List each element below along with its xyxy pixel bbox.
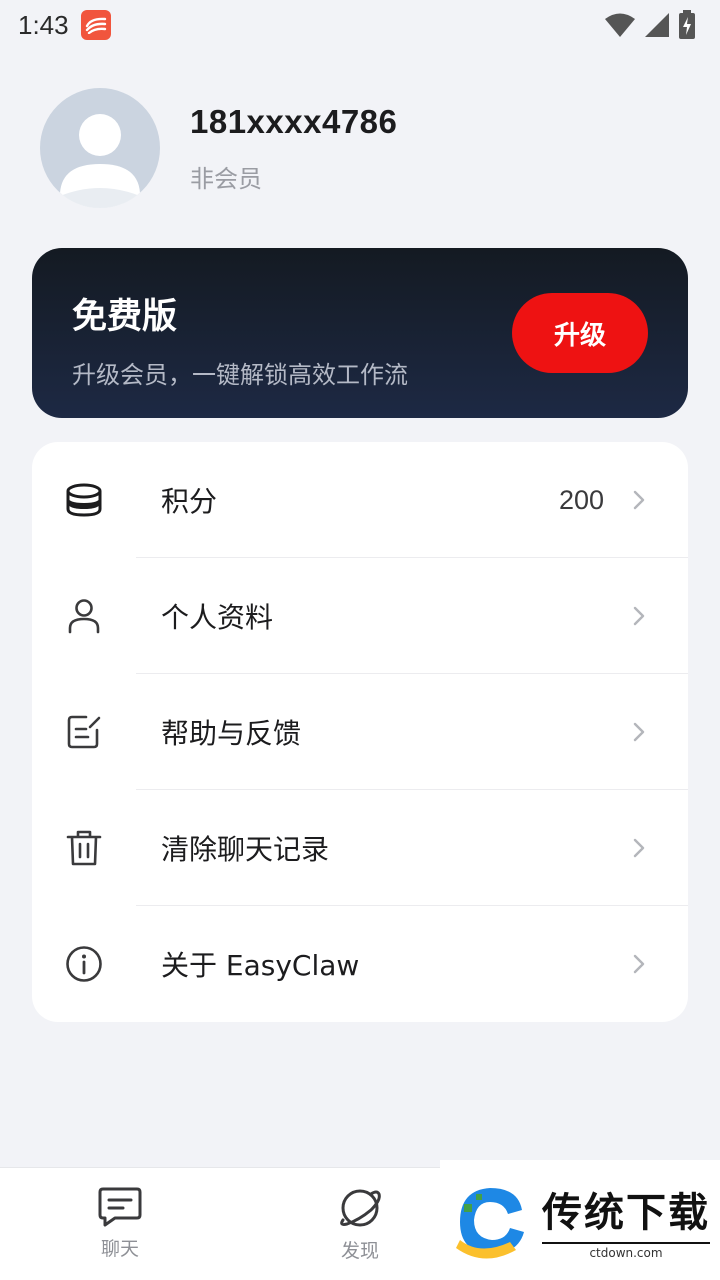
menu-item-about[interactable]: 关于 EasyClaw xyxy=(32,906,688,1022)
membership-plan-card: 免费版 升级会员，一键解锁高效工作流 升级 xyxy=(32,248,688,418)
watermark-logo xyxy=(456,1188,524,1259)
trash-icon xyxy=(64,828,104,868)
chevron-right-icon xyxy=(633,606,645,626)
cell-signal-icon xyxy=(645,13,669,37)
username: 181xxxx4786 xyxy=(190,102,398,140)
user-avatar-placeholder-icon[interactable] xyxy=(40,88,160,208)
status-time: 1:43 xyxy=(18,9,69,40)
menu-item-label: 积分 xyxy=(161,485,218,518)
member-status: 非会员 xyxy=(190,164,262,193)
profile-text: 181xxxx4786 非会员 xyxy=(190,103,397,194)
menu-item-help-feedback[interactable]: 帮助与反馈 xyxy=(32,674,688,790)
edit-note-icon xyxy=(64,712,104,752)
chevron-right-icon xyxy=(633,490,645,510)
info-icon xyxy=(64,944,104,984)
menu-item-label: 个人资料 xyxy=(161,601,274,634)
chevron-right-icon xyxy=(633,838,645,858)
chevron-right-icon xyxy=(633,722,645,742)
battery-charging-icon xyxy=(679,10,695,39)
app-notification-icon xyxy=(80,10,111,40)
menu-item-label: 帮助与反馈 xyxy=(161,717,302,750)
status-bar: 1:43 xyxy=(0,0,720,50)
menu-item-profile[interactable]: 个人资料 xyxy=(32,558,688,674)
chat-icon xyxy=(98,1187,142,1227)
menu-item-label: 关于 EasyClaw xyxy=(161,949,360,982)
upgrade-button[interactable]: 升级 xyxy=(512,293,648,373)
nav-tab-discover[interactable]: 发现 xyxy=(310,1186,410,1263)
menu-item-points[interactable]: 积分 200 xyxy=(32,442,688,558)
status-right xyxy=(604,10,696,40)
planet-icon xyxy=(340,1189,381,1227)
points-value: 200 xyxy=(558,484,604,515)
watermark-overlay: 传统下载 ctdown.com xyxy=(440,1160,720,1280)
profile-header: 181xxxx4786 非会员 xyxy=(40,88,397,208)
menu-item-clear-chat-history[interactable]: 清除聊天记录 xyxy=(32,790,688,906)
watermark-subtitle: ctdown.com xyxy=(542,1242,710,1260)
watermark-title: 传统下载 xyxy=(542,1190,710,1236)
coins-stack-icon xyxy=(64,480,104,520)
menu-item-label: 清除聊天记录 xyxy=(161,833,330,866)
nav-tab-label: 聊天 xyxy=(100,1238,139,1260)
wifi-icon xyxy=(605,13,635,37)
nav-tab-label: 发现 xyxy=(340,1240,379,1262)
person-icon xyxy=(64,596,104,636)
chevron-right-icon xyxy=(633,954,645,974)
nav-tab-chat[interactable]: 聊天 xyxy=(70,1186,170,1261)
status-left: 1:43 xyxy=(18,10,111,41)
settings-menu: 积分 200 个人资料 帮助与反馈 清除聊天记录 关于 EasyClaw xyxy=(32,442,688,1022)
